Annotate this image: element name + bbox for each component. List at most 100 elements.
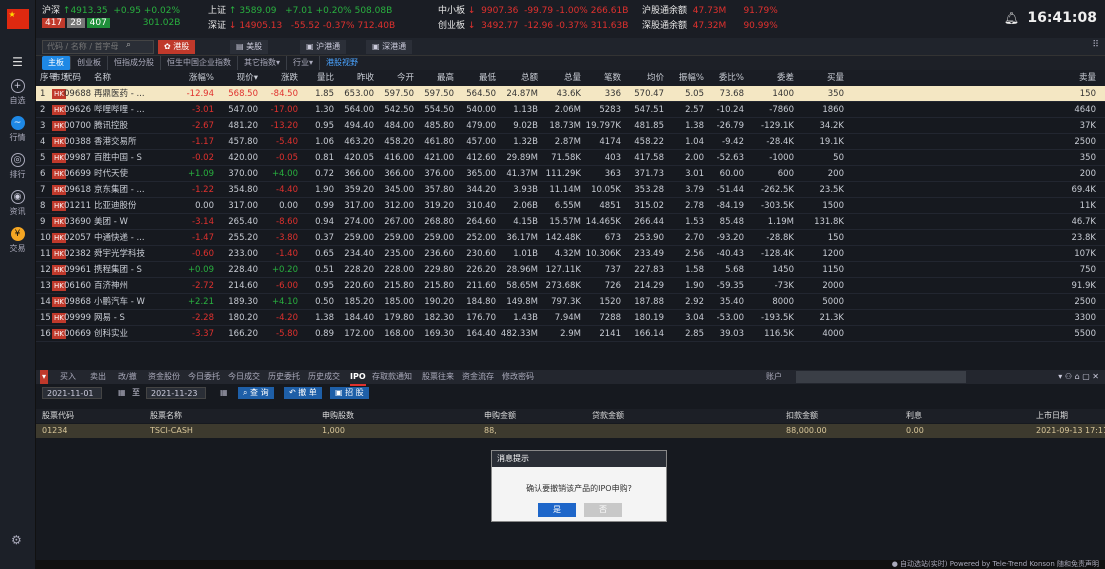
table-row[interactable]: 6 HK 06699 时代天使 +1.09 370.00 +4.00 0.72 366.00 36… xyxy=(36,166,1105,182)
table-row[interactable]: 4 HK 00388 香港交易所 -1.17 457.80 -5.40 1.06 463.20 4… xyxy=(36,134,1105,150)
table-cell: 403 xyxy=(604,153,621,163)
table-cell: 317.00 xyxy=(228,201,258,211)
trade-tab[interactable]: 今日委托 xyxy=(188,370,220,384)
clock-time: 16:41:08 xyxy=(1027,10,1097,26)
tab-hk-stocks[interactable]: ✿ 港股 xyxy=(158,40,196,54)
index-shanghai[interactable]: 上证 ↑ 3589.09 +7.01 +0.20% 508.08B xyxy=(208,3,392,16)
stock-search-input[interactable]: 代码 / 名称 / 首字母 xyxy=(42,40,154,54)
table-row[interactable]: 15 HK 09999 网易 - S -2.28 180.20 -4.20 1.38 184.4… xyxy=(36,310,1105,326)
table-cell: 1450 xyxy=(772,265,794,275)
table-row[interactable]: 10 HK 02057 中通快递 - ... -1.47 255.20 -3.80 0.37 2… xyxy=(36,230,1105,246)
account-select[interactable] xyxy=(796,371,966,383)
tab-us-stocks[interactable]: ▤ 美股 xyxy=(230,40,269,54)
table-cell: -3.14 xyxy=(192,217,214,227)
confirm-yes-button[interactable]: 是 xyxy=(538,503,576,517)
trade-tab[interactable]: 卖出 xyxy=(90,370,106,384)
table-cell: -193.5K xyxy=(761,313,794,323)
trade-tab[interactable]: 存取款通知 xyxy=(372,370,412,384)
table-cell: 10 xyxy=(40,233,51,243)
tab-main-board[interactable]: 主板 xyxy=(42,56,71,70)
table-row[interactable]: 5 HK 09987 百胜中国 - S -0.02 420.00 -0.05 0.81 420.… xyxy=(36,150,1105,166)
table-cell: 265.40 xyxy=(228,217,258,227)
table-cell: 359.20 xyxy=(344,185,374,195)
trade-tab[interactable]: 今日成交 xyxy=(228,370,260,384)
index-sme[interactable]: 中小板 ↓ 9907.36 -99.79 -1.00% 266.61B xyxy=(438,3,628,16)
table-cell: 371.73 xyxy=(634,169,664,179)
table-cell: 京东集团 - ... xyxy=(94,185,145,195)
table-cell: 4851 xyxy=(599,201,621,211)
bell-icon[interactable]: 🔔︎ xyxy=(1004,11,1019,25)
table-cell: 187.88 xyxy=(634,297,664,307)
trade-tab[interactable]: 改/撤 xyxy=(118,370,137,384)
china-flag-icon[interactable] xyxy=(6,9,29,29)
date-from-field[interactable]: 2021-11-01 xyxy=(42,387,102,399)
table-row[interactable]: 1 HK 09688 再鼎医药 - ... -12.94 568.50 -84.50 1.85… xyxy=(36,86,1105,102)
table-row[interactable]: 14 HK 09868 小鹏汽车 - W +2.21 189.30 +4.10 0.50 185… xyxy=(36,294,1105,310)
index-shenzhen[interactable]: 深证 ↓ 14905.13 -55.52 -0.37% 712.40B xyxy=(208,18,395,31)
sidebar-item-menu[interactable]: ☰ xyxy=(0,55,35,69)
sidebar-item-trade[interactable]: ¥ 交易 xyxy=(0,227,35,254)
table-cell: 176.70 xyxy=(466,313,496,323)
tab-hscei[interactable]: 恒生中国企业指数 xyxy=(161,56,238,70)
sidebar-item-rank[interactable]: ◎ 排行 xyxy=(0,153,35,180)
trade-tab[interactable]: 股票往来 xyxy=(422,370,454,384)
calendar-icon[interactable]: ▦ xyxy=(220,386,228,400)
layout-icon[interactable]: ⠿ xyxy=(1092,40,1099,50)
table-row[interactable]: 2 HK 09626 哔哩哔哩 - ... -3.01 547.00 -17.00 1.30 5… xyxy=(36,102,1105,118)
trade-tab[interactable]: 修改密码 xyxy=(502,370,534,384)
tab-other-indexes[interactable]: 其它指数▾ xyxy=(238,56,288,70)
query-button[interactable]: ⌕ 查 询 xyxy=(238,387,274,399)
column-header: 现价▾ xyxy=(236,73,258,83)
table-cell: 小鹏汽车 - W xyxy=(94,297,145,307)
table-row[interactable]: 3 HK 00700 腾讯控股 -2.67 481.20 -13.20 0.95 494.40 4… xyxy=(36,118,1105,134)
trade-tab[interactable]: 资金股份 xyxy=(148,370,180,384)
table-row[interactable]: 9 HK 03690 美团 - W -3.14 265.40 -8.60 0.94 274.00… xyxy=(36,214,1105,230)
table-cell: 1.90 xyxy=(685,281,704,291)
prospectus-button[interactable]: ▣ 招 股 xyxy=(330,387,369,399)
sidebar-item-news[interactable]: ◉ 资讯 xyxy=(0,190,35,217)
trade-tab[interactable]: 历史成交 xyxy=(308,370,340,384)
date-to-field[interactable]: 2021-11-23 xyxy=(146,387,206,399)
table-cell: -51.44 xyxy=(716,185,744,195)
settings-icon[interactable]: ⚙ xyxy=(11,533,22,547)
table-cell: 35.40 xyxy=(719,297,744,307)
trade-tab[interactable]: 历史委托 xyxy=(268,370,300,384)
table-row[interactable]: 12 HK 09961 携程集团 - S +0.09 228.40 +0.20 0.51 228… xyxy=(36,262,1105,278)
table-cell: 39.03 xyxy=(719,329,744,339)
trade-menu-icon[interactable]: ▾ xyxy=(40,370,49,384)
table-cell: -4.40 xyxy=(276,185,298,195)
sidebar-item-market[interactable]: ~ 行情 xyxy=(0,116,35,143)
confirm-no-button[interactable]: 否 xyxy=(584,503,622,517)
tab-industry[interactable]: 行业▾ xyxy=(287,56,321,70)
table-row[interactable]: 16 HK 00669 创科实业 -3.37 166.20 -5.80 0.89 172.00 1… xyxy=(36,326,1105,342)
tab-hk-vision[interactable]: 港股视野 xyxy=(320,56,364,70)
trade-tab[interactable]: 买入 xyxy=(60,370,76,384)
table-row[interactable]: 11 HK 02382 舜宇光学科技 -0.60 233.00 -1.40 0.65 234.4… xyxy=(36,246,1105,262)
cancel-order-button[interactable]: ↶ 撤 单 xyxy=(284,387,322,399)
sidebar-item-watchlist[interactable]: + 自选 xyxy=(0,79,35,106)
index-hushen[interactable]: 沪深 ↑4913.35 +0.95 +0.02% xyxy=(42,3,180,16)
table-row[interactable]: 13 HK 06160 百济神州 -2.72 214.60 -6.00 0.95 220.60 2… xyxy=(36,278,1105,294)
tab-sz-hk-connect[interactable]: ▣ 深港通 xyxy=(366,40,413,54)
trade-tab[interactable]: IPO xyxy=(350,370,366,386)
ipo-table-row[interactable]: 01234 TSCI-CASH 1,000 88, 88,000.00 0.00 2021-… xyxy=(36,424,1105,438)
table-cell: 09999 xyxy=(64,313,92,323)
panel-tools-icons[interactable]: ▾ ⚇ ⌂ ▢ ✕ xyxy=(1058,370,1099,384)
table-row[interactable]: 8 HK 01211 比亚迪股份 0.00 317.00 0.00 0.99 317.00 312… xyxy=(36,198,1105,214)
table-row[interactable]: 7 HK 09618 京东集团 - ... -1.22 354.80 -4.40 1.90 35… xyxy=(36,182,1105,198)
tab-sh-hk-connect[interactable]: ▣ 沪港通 xyxy=(300,40,347,54)
table-cell: 600 xyxy=(777,169,794,179)
table-cell: 00700 xyxy=(64,121,92,131)
table-cell: 111.29K xyxy=(545,169,581,179)
table-cell: 169.30 xyxy=(424,329,454,339)
index-chinext[interactable]: 创业板 ↓ 3492.77 -12.96 -0.37% 311.63B xyxy=(438,18,628,31)
table-cell: -129.1K xyxy=(761,121,794,131)
table-cell: 11 xyxy=(40,249,51,259)
tab-gem[interactable]: 创业板 xyxy=(71,56,108,70)
table-cell: -8.60 xyxy=(276,217,298,227)
calendar-icon[interactable]: ▦ xyxy=(118,386,126,400)
trade-tab[interactable]: 资金流存 xyxy=(462,370,494,384)
table-cell: -17.00 xyxy=(270,105,298,115)
tab-hsi-constituents[interactable]: 恒指成分股 xyxy=(108,56,161,70)
search-icon[interactable]: ⌕ xyxy=(126,40,131,50)
